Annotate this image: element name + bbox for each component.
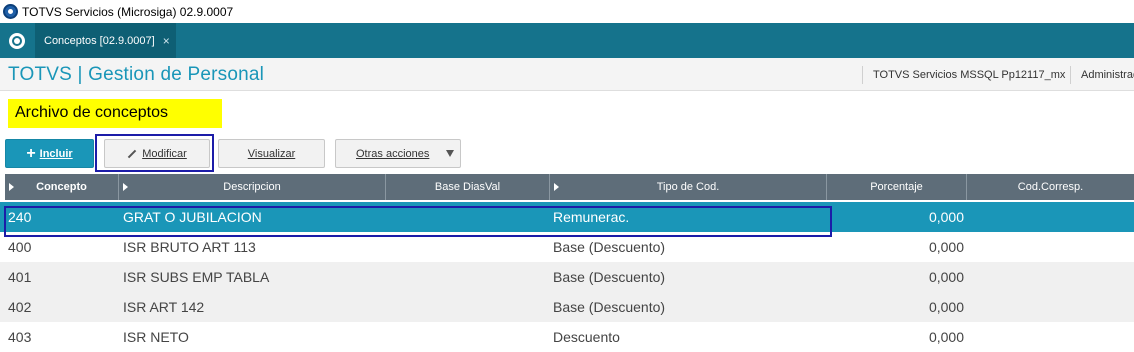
- sort-arrow-icon: [123, 183, 128, 191]
- totvs-app-icon: [3, 4, 18, 19]
- table-row[interactable]: 401 ISR SUBS EMP TABLA Base (Descuento) …: [0, 262, 1134, 292]
- cell-porcentaje: 0,000: [928, 329, 964, 345]
- incluir-label: Incluir: [39, 147, 73, 160]
- sort-arrow-icon: [9, 183, 14, 191]
- module-header: TOTVS | Gestion de Personal TOTVS Servic…: [0, 58, 1134, 91]
- tab-bar: Conceptos [02.9.0007] ×: [0, 23, 1134, 58]
- plus-icon: +: [26, 144, 36, 162]
- caret-down-icon: [446, 150, 454, 157]
- window-title: TOTVS Servicios (Microsiga) 02.9.0007: [22, 4, 234, 19]
- module-title: TOTVS | Gestion de Personal: [8, 64, 265, 85]
- visualizar-button[interactable]: Visualizar: [218, 139, 325, 168]
- table-row[interactable]: 402 ISR ART 142 Base (Descuento) 0,000: [0, 292, 1134, 322]
- tab-label: Conceptos [02.9.0007]: [44, 34, 155, 47]
- cell-concepto: 401: [8, 269, 32, 285]
- table-row[interactable]: 403 ISR NETO Descuento 0,000: [0, 322, 1134, 352]
- column-header-descripcion[interactable]: Descripcion: [119, 174, 386, 200]
- totvs-home-icon: [8, 32, 25, 49]
- cell-porcentaje: 0,000: [928, 299, 964, 315]
- modificar-highlight-box: [95, 134, 214, 172]
- column-header-concepto[interactable]: Concepto: [5, 174, 119, 200]
- user-label[interactable]: Administrad: [1070, 66, 1134, 84]
- cell-concepto: 403: [8, 329, 32, 345]
- cell-descripcion: ISR ART 142: [123, 299, 205, 315]
- cell-tipo: Descuento: [553, 329, 620, 345]
- close-icon[interactable]: ×: [163, 34, 170, 48]
- otras-acciones-label: Otras acciones: [356, 147, 430, 160]
- cell-concepto: 402: [8, 299, 32, 315]
- cell-porcentaje: 0,000: [928, 209, 964, 225]
- cell-tipo: Base (Descuento): [553, 299, 666, 315]
- grid-header: Concepto Descripcion Base DiasVal Tipo d…: [5, 174, 1134, 200]
- visualizar-label: Visualizar: [247, 147, 296, 160]
- incluir-button[interactable]: + Incluir: [5, 139, 94, 168]
- environment-label: TOTVS Servicios MSSQL Pp12117_mx: [862, 66, 1065, 84]
- sort-arrow-icon: [554, 183, 559, 191]
- column-header-tipo-de-cod[interactable]: Tipo de Cod.: [550, 174, 827, 200]
- column-header-porcentaje[interactable]: Porcentaje: [827, 174, 967, 200]
- cell-porcentaje: 0,000: [928, 269, 964, 285]
- selected-row-highlight-box: [4, 206, 832, 237]
- column-header-base-diasval[interactable]: Base DiasVal: [386, 174, 550, 200]
- cell-descripcion: ISR NETO: [123, 329, 189, 345]
- column-header-cod-corresp[interactable]: Cod.Corresp.: [967, 174, 1134, 200]
- cell-tipo: Base (Descuento): [553, 269, 666, 285]
- screen-title-annotation: Archivo de conceptos: [8, 99, 222, 128]
- cell-descripcion: ISR SUBS EMP TABLA: [123, 269, 270, 285]
- window-title-bar: TOTVS Servicios (Microsiga) 02.9.0007: [0, 0, 1134, 23]
- home-button[interactable]: [0, 23, 33, 58]
- otras-acciones-button[interactable]: Otras acciones: [335, 139, 461, 168]
- cell-porcentaje: 0,000: [928, 239, 964, 255]
- tab-conceptos[interactable]: Conceptos [02.9.0007] ×: [35, 23, 176, 58]
